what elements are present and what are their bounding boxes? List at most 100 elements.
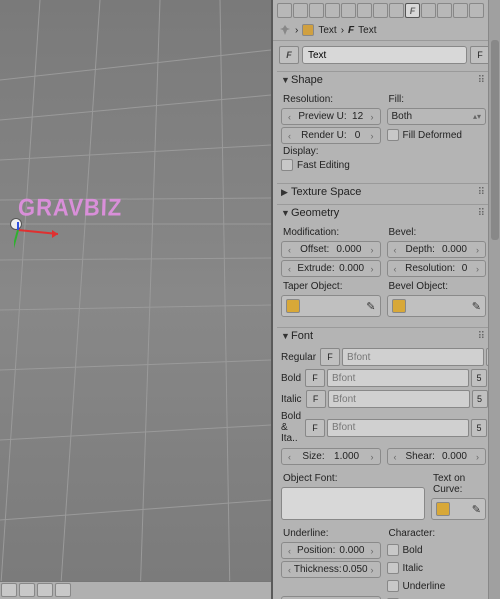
view-menu[interactable] bbox=[37, 583, 53, 597]
font-datablock-icon[interactable]: F bbox=[279, 46, 299, 64]
decrement-icon[interactable]: ‹ bbox=[392, 264, 399, 274]
panel-header-texture-space[interactable]: ▶ Texture Space ⠿ bbox=[277, 183, 490, 200]
render-layers-tab-icon[interactable] bbox=[309, 3, 324, 18]
decrement-icon[interactable]: ‹ bbox=[286, 546, 293, 556]
increment-icon[interactable]: › bbox=[369, 245, 376, 255]
drag-handle-icon[interactable]: ⠿ bbox=[478, 331, 486, 342]
font-italic-row: Italic F 5 F 📁 ✕ bbox=[281, 390, 486, 408]
underline-position-field[interactable]: ‹Position:0.000› bbox=[281, 542, 381, 559]
character-label: Character: bbox=[389, 528, 487, 539]
decrement-icon[interactable]: ‹ bbox=[286, 452, 293, 462]
font-browse-icon[interactable]: F bbox=[305, 369, 325, 387]
increment-icon[interactable]: › bbox=[474, 264, 481, 274]
panel-header-shape[interactable]: ▼ Shape ⠿ bbox=[277, 71, 490, 88]
eyedropper-icon[interactable]: ✎ bbox=[366, 300, 375, 313]
increment-icon[interactable]: › bbox=[474, 452, 481, 462]
underline-thickness-field[interactable]: ‹Thickness:0.050› bbox=[281, 561, 381, 578]
drag-handle-icon[interactable]: ⠿ bbox=[478, 75, 486, 86]
select-menu[interactable] bbox=[55, 583, 71, 597]
decrement-icon[interactable]: ‹ bbox=[286, 264, 293, 274]
font-browse-icon[interactable]: F bbox=[305, 419, 325, 437]
font-browse-icon[interactable]: F bbox=[320, 348, 340, 366]
text-object[interactable]: GRAVBIZ bbox=[18, 194, 123, 223]
decrement-icon[interactable]: ‹ bbox=[286, 112, 293, 122]
char-bold-checkbox[interactable]: Bold bbox=[387, 544, 487, 556]
panel-font: ▼ Font ⠿ Regular F 5 F 📁 ✕ Bold F bbox=[277, 327, 490, 599]
world-tab-icon[interactable] bbox=[341, 3, 356, 18]
object-icon bbox=[302, 24, 314, 36]
modifiers-tab-icon[interactable] bbox=[389, 3, 404, 18]
particles-tab-icon[interactable] bbox=[453, 3, 468, 18]
render-u-field[interactable]: ‹Render U:0› bbox=[281, 127, 381, 144]
properties-scrollbar[interactable] bbox=[488, 0, 500, 599]
constraints-tab-icon[interactable] bbox=[373, 3, 388, 18]
scrollbar-thumb[interactable] bbox=[491, 40, 499, 240]
editor-type-menu[interactable] bbox=[1, 583, 17, 597]
font-bolditalic-input[interactable] bbox=[327, 419, 469, 437]
bevel-resolution-field[interactable]: ‹Resolution:0› bbox=[387, 260, 487, 277]
object-font-input[interactable] bbox=[281, 487, 425, 520]
3d-viewport[interactable]: GRAVBIZ bbox=[0, 0, 271, 599]
font-size-field[interactable]: ‹Size:1.000› bbox=[281, 448, 381, 465]
preview-u-field[interactable]: ‹Preview U:12› bbox=[281, 108, 381, 125]
render-tab-icon[interactable] bbox=[293, 3, 308, 18]
breadcrumb-object[interactable]: Text bbox=[318, 25, 336, 36]
breadcrumb-data[interactable]: Text bbox=[358, 25, 376, 36]
offset-field[interactable]: ‹Offset:0.000› bbox=[281, 241, 381, 258]
physics-tab-icon[interactable] bbox=[469, 3, 484, 18]
checkbox-icon bbox=[387, 544, 399, 556]
bevel-depth-field[interactable]: ‹Depth:0.000› bbox=[387, 241, 487, 258]
taper-object-field[interactable]: ✎ bbox=[281, 295, 381, 317]
object-icon bbox=[436, 502, 450, 516]
decrement-icon[interactable]: ‹ bbox=[286, 131, 293, 141]
increment-icon[interactable]: › bbox=[368, 452, 375, 462]
increment-icon[interactable]: › bbox=[368, 546, 375, 556]
font-browse-icon[interactable]: F bbox=[306, 390, 326, 408]
underline-label: Underline: bbox=[283, 528, 381, 539]
increment-icon[interactable]: › bbox=[474, 245, 481, 255]
decrement-icon[interactable]: ‹ bbox=[286, 245, 293, 255]
font-users[interactable]: 5 bbox=[471, 369, 487, 387]
eyedropper-icon[interactable]: ✎ bbox=[472, 503, 481, 516]
char-underline-checkbox[interactable]: Underline bbox=[387, 580, 487, 592]
disclosure-triangle-icon: ▼ bbox=[281, 208, 291, 218]
object-data-tab-icon[interactable]: F bbox=[405, 3, 420, 18]
text-on-curve-field[interactable]: ✎ bbox=[431, 498, 486, 520]
font-regular-input[interactable] bbox=[342, 348, 484, 366]
chevron-icon: › bbox=[295, 25, 298, 36]
decrement-icon[interactable]: ‹ bbox=[392, 245, 399, 255]
font-shear-field[interactable]: ‹Shear:0.000› bbox=[387, 448, 487, 465]
fake-user-button[interactable]: F bbox=[470, 46, 490, 64]
panel-header-geometry[interactable]: ▼ Geometry ⠿ bbox=[277, 204, 490, 221]
fast-editing-checkbox[interactable]: Fast Editing bbox=[281, 159, 486, 171]
material-tab-icon[interactable] bbox=[421, 3, 436, 18]
decrement-icon[interactable]: ‹ bbox=[286, 565, 293, 575]
increment-icon[interactable]: › bbox=[368, 112, 375, 122]
panel-title: Geometry bbox=[291, 207, 339, 219]
fill-deformed-checkbox[interactable]: Fill Deformed bbox=[387, 129, 487, 141]
increment-icon[interactable]: › bbox=[369, 565, 376, 575]
texture-tab-icon[interactable] bbox=[437, 3, 452, 18]
font-users[interactable]: 5 bbox=[472, 390, 488, 408]
extrude-field[interactable]: ‹Extrude:0.000› bbox=[281, 260, 381, 277]
scene-tab-icon[interactable] bbox=[325, 3, 340, 18]
datablock-name-input[interactable] bbox=[302, 46, 467, 64]
mode-menu[interactable] bbox=[19, 583, 35, 597]
bevel-object-field[interactable]: ✎ bbox=[387, 295, 487, 317]
increment-icon[interactable]: › bbox=[369, 264, 376, 274]
panel-header-font[interactable]: ▼ Font ⠿ bbox=[277, 327, 490, 344]
drag-handle-icon[interactable]: ⠿ bbox=[478, 187, 486, 198]
char-italic-checkbox[interactable]: Italic bbox=[387, 562, 487, 574]
fill-select[interactable]: Both▴▾ bbox=[387, 108, 487, 125]
editor-type-icon[interactable] bbox=[277, 3, 292, 18]
font-users[interactable]: 5 bbox=[471, 419, 487, 437]
decrement-icon[interactable]: ‹ bbox=[392, 452, 399, 462]
increment-icon[interactable]: › bbox=[368, 131, 375, 141]
bevel-object-label: Bevel Object: bbox=[389, 281, 487, 292]
eyedropper-icon[interactable]: ✎ bbox=[472, 300, 481, 313]
font-italic-input[interactable] bbox=[328, 390, 470, 408]
font-bold-input[interactable] bbox=[327, 369, 469, 387]
pin-icon[interactable] bbox=[279, 24, 291, 36]
drag-handle-icon[interactable]: ⠿ bbox=[478, 208, 486, 219]
object-tab-icon[interactable] bbox=[357, 3, 372, 18]
